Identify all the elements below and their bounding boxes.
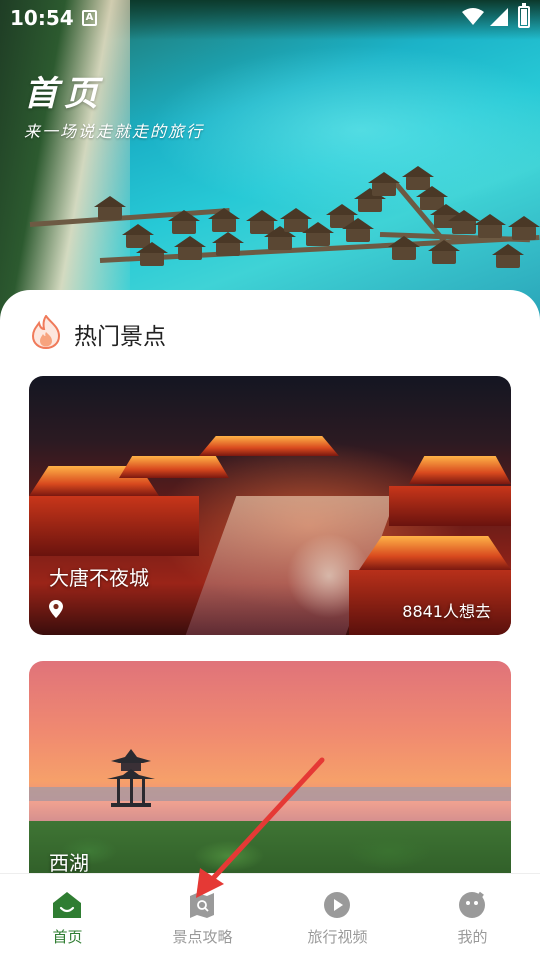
attraction-card[interactable]: 西湖 (29, 661, 511, 901)
bottom-tab-bar: 首页 景点攻略 旅行视频 我的 (0, 873, 540, 960)
play-icon (324, 892, 350, 918)
tab-videos[interactable]: 旅行视频 (270, 874, 405, 960)
tab-profile[interactable]: 我的 (405, 874, 540, 960)
location-icon (49, 600, 63, 618)
attraction-name: 大唐不夜城 (49, 566, 149, 590)
battery-icon (518, 3, 530, 28)
pavilion-silhouette (107, 749, 155, 807)
tab-profile-label: 我的 (457, 928, 488, 946)
hero-subtitle: 来一场说走就走的旅行 (24, 122, 205, 141)
hero-banner: 10:54 A 首页 来一场说走就走的旅行 (0, 0, 540, 320)
tab-guides[interactable]: 景点攻略 (135, 874, 270, 960)
home-screen: 10:54 A 首页 来一场说走就走的旅行 热门景点 大唐不夜城 8841人想去… (0, 0, 540, 960)
signal-icon (490, 8, 508, 26)
tab-home[interactable]: 首页 (0, 874, 135, 960)
map-search-icon (190, 893, 214, 918)
tab-home-label: 首页 (52, 928, 83, 946)
status-time: 10:54 (10, 6, 74, 30)
wifi-icon (462, 8, 484, 25)
attraction-name: 西湖 (49, 851, 89, 875)
attraction-card[interactable]: 大唐不夜城 8841人想去 (29, 376, 511, 635)
visitor-count: 8841人想去 (402, 602, 491, 621)
section-title: 热门景点 (74, 324, 166, 350)
notification-icon: A (82, 10, 97, 26)
status-bar: 10:54 A (0, 0, 540, 36)
profile-icon (459, 891, 485, 918)
content-panel: 热门景点 大唐不夜城 8841人想去 西湖 (0, 290, 540, 960)
tab-guides-label: 景点攻略 (172, 928, 233, 946)
home-icon (53, 892, 81, 918)
flame-icon (31, 315, 61, 349)
page-title: 首页 (24, 74, 104, 114)
tab-videos-label: 旅行视频 (307, 928, 368, 946)
